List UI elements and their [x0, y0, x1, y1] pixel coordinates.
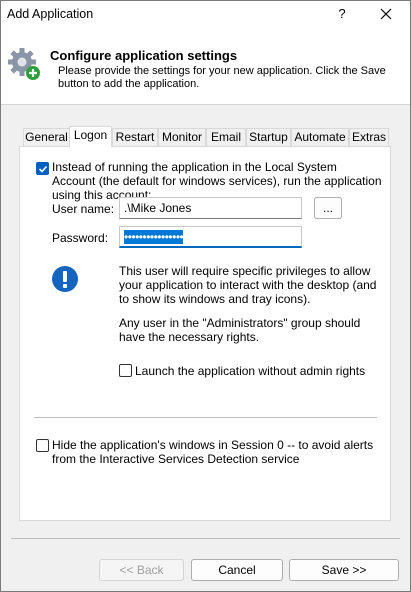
footer-divider	[11, 538, 400, 539]
back-button[interactable]: << Back	[99, 559, 184, 581]
header-title: Configure application settings	[50, 48, 238, 63]
add-application-dialog: Add Application ? Configure application …	[0, 0, 411, 592]
run-as-account-label: Instead of running the application in th…	[52, 160, 382, 202]
tab-startup[interactable]: Startup	[246, 128, 291, 146]
password-selected-value: ••••••••••••••••	[124, 230, 184, 244]
tab-automate[interactable]: Automate	[291, 128, 349, 146]
username-label: User name:	[52, 202, 115, 216]
tab-email[interactable]: Email	[206, 128, 246, 146]
title-bar: Add Application ?	[1, 1, 410, 29]
save-button[interactable]: Save >>	[289, 559, 399, 581]
exclamation-icon	[52, 266, 78, 292]
tab-restart[interactable]: Restart	[112, 128, 158, 146]
privileges-info-text: This user will require specific privileg…	[119, 264, 377, 306]
hide-session0-label: Hide the application's windows in Sessio…	[52, 438, 374, 466]
section-divider	[34, 417, 377, 418]
checkmark-icon	[38, 165, 48, 173]
tab-general[interactable]: General	[23, 128, 70, 146]
hide-session0-checkbox[interactable]	[36, 439, 49, 452]
help-button[interactable]: ?	[332, 3, 352, 25]
tab-strip: General Logon Restart Monitor Email Star…	[19, 126, 391, 147]
cancel-button[interactable]: Cancel	[191, 559, 283, 581]
tab-logon[interactable]: Logon	[69, 126, 112, 147]
browse-user-button[interactable]: ...	[314, 197, 342, 219]
password-input[interactable]: ••••••••••••••••	[119, 226, 302, 248]
dialog-header: Configure application settings Please pr…	[1, 29, 410, 105]
launch-without-admin-label: Launch the application without admin rig…	[135, 364, 366, 378]
window-title: Add Application	[7, 7, 94, 21]
tab-monitor[interactable]: Monitor	[158, 128, 206, 146]
gear-plus-icon	[8, 48, 40, 80]
run-as-account-checkbox[interactable]	[36, 162, 49, 175]
close-button[interactable]	[373, 3, 399, 25]
close-icon	[380, 8, 392, 20]
header-description: Please provide the settings for your new…	[58, 65, 386, 90]
launch-without-admin-checkbox[interactable]	[119, 364, 132, 377]
username-input[interactable]: .\Mike Jones	[119, 197, 302, 219]
password-label: Password:	[52, 231, 109, 245]
administrators-info-text: Any user in the "Administrators" group s…	[119, 316, 361, 344]
tab-extras[interactable]: Extras	[349, 128, 389, 146]
